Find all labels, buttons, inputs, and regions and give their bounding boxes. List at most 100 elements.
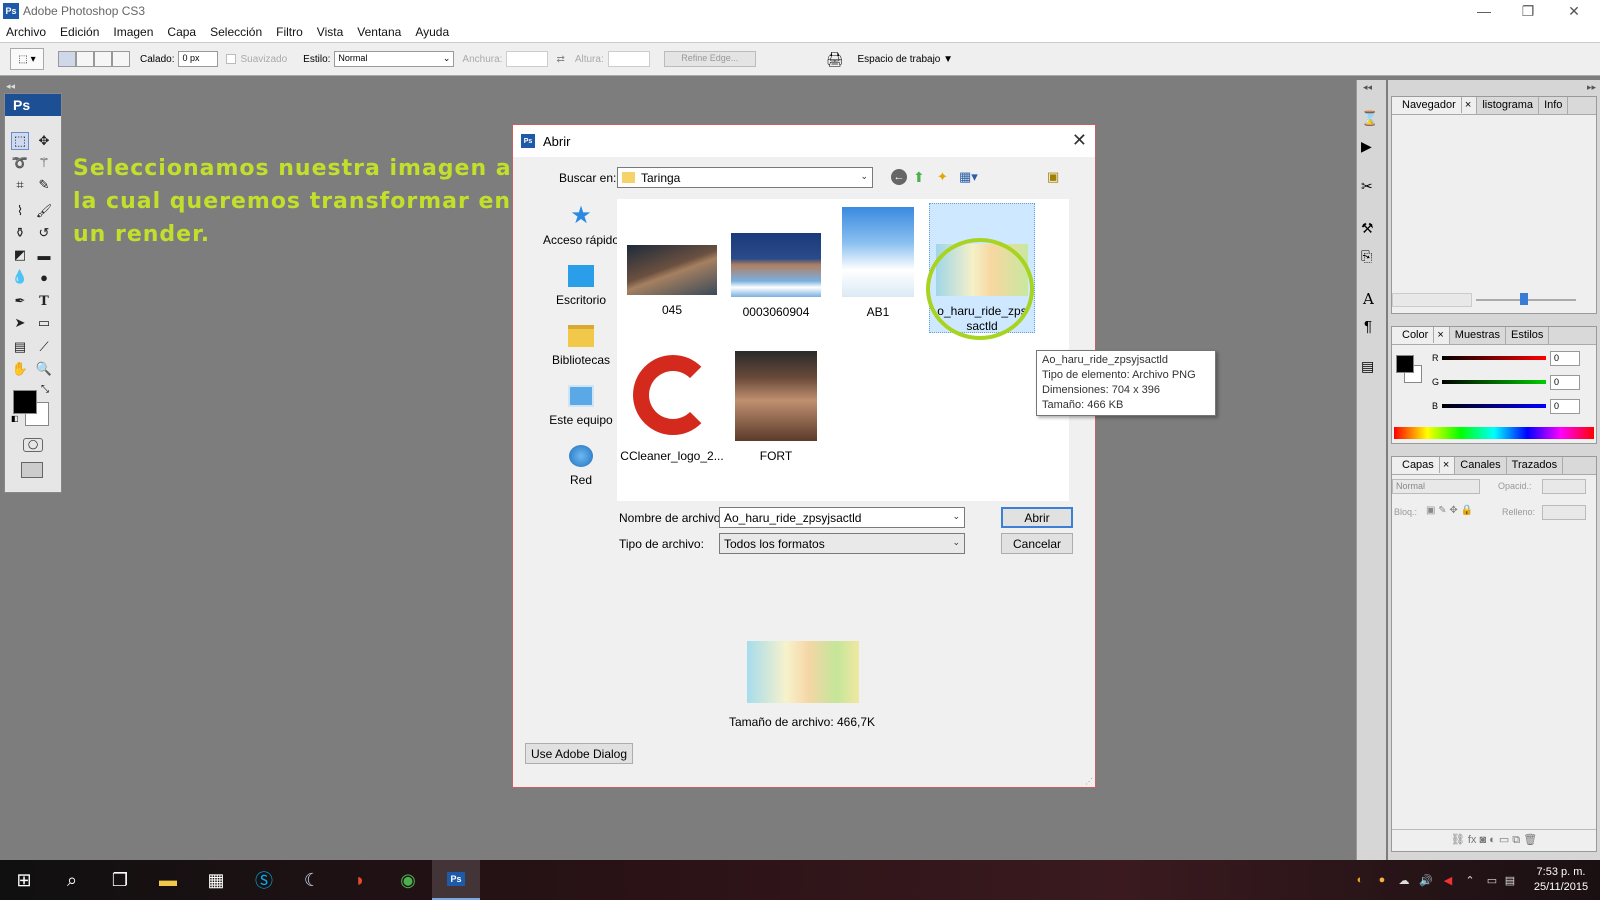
marquee-tool-preset-icon[interactable]: ⬚ ▾ [10, 48, 44, 70]
channel-r-input[interactable]: 0 [1550, 351, 1580, 366]
channel-r-slider[interactable] [1442, 356, 1546, 360]
buscar-en-select[interactable]: Taringa ⌄ [617, 167, 873, 188]
tray-app2-icon[interactable]: ● [1374, 872, 1390, 888]
hand-tool-icon[interactable]: ✋ [11, 360, 29, 378]
restore-button[interactable]: ❐ [1506, 0, 1550, 22]
resize-grip-icon[interactable]: ⋰ [1085, 777, 1093, 786]
volume-icon[interactable]: 🔊 [1418, 872, 1434, 888]
eyedropper-tool-icon[interactable]: ⟋ [35, 338, 53, 356]
file-item-selected[interactable]: o_haru_ride_zps sactld [926, 203, 1035, 340]
tool-preset-icon[interactable]: 🖨 [826, 51, 844, 68]
notes-tool-icon[interactable]: ▤ [11, 338, 29, 356]
refine-edge-button[interactable]: Refine Edge... [663, 51, 756, 67]
channel-b-slider[interactable] [1442, 404, 1546, 408]
app-icon[interactable]: ☾ [288, 860, 336, 900]
tab-color[interactable]: Color × [1392, 327, 1450, 344]
color-spectrum-bar[interactable] [1394, 427, 1594, 439]
new-folder-icon[interactable]: ✦ [937, 169, 948, 185]
tray-alert-icon[interactable]: ◀ [1440, 872, 1456, 888]
swap-icon[interactable]: ⇄ [556, 54, 564, 65]
filename-input[interactable]: Ao_haru_ride_zpsyjsactld ⌄ [719, 507, 965, 528]
zoom-slider-thumb[interactable] [1520, 293, 1528, 305]
menu-seleccion[interactable]: Selección [210, 25, 262, 39]
swap-colors-icon[interactable]: ⤡ [41, 384, 49, 395]
collapse-strip-icon[interactable]: ◂◂ [1363, 82, 1372, 93]
search-icon[interactable]: ⌕ [48, 860, 96, 900]
menu-edicion[interactable]: Edición [60, 25, 99, 39]
menu-ventana[interactable]: Ventana [357, 25, 401, 39]
minimize-button[interactable]: — [1462, 0, 1506, 22]
gradient-tool-icon[interactable]: ▬ [35, 246, 53, 264]
zoom-tool-icon[interactable]: 🔍 [35, 360, 53, 378]
use-adobe-dialog-button[interactable]: Use Adobe Dialog [525, 743, 633, 764]
file-item[interactable]: AB1 [825, 207, 931, 320]
quick-mask-icon[interactable]: ◯ [23, 438, 43, 452]
estilo-select[interactable]: Normal ⌄ [334, 51, 455, 67]
layers-footer-icons[interactable]: ⛓ fx ◙ ◐ ▭ ⧉ 🗑 [1392, 829, 1596, 849]
paragraph-panel-icon[interactable]: ¶ [1364, 318, 1372, 335]
file-item[interactable]: 0003060904 [723, 233, 829, 320]
collapse-toolbox-icon[interactable]: ◂◂ [6, 81, 15, 92]
clone-source-icon[interactable]: ⎘ [1361, 248, 1372, 265]
file-item[interactable]: CCleaner_logo_2... [619, 351, 725, 464]
tab-navegador[interactable]: Navegador × [1392, 97, 1478, 114]
path-selection-icon[interactable]: ➤ [11, 314, 29, 332]
photoshop-taskbar-button[interactable]: Ps [432, 860, 480, 900]
skype-icon[interactable]: Ⓢ [240, 860, 288, 900]
ccleaner-icon[interactable]: ◗ [336, 860, 384, 900]
chrome-icon[interactable]: ◉ [384, 860, 432, 900]
tray-expand-icon[interactable]: ⌃ [1462, 872, 1478, 888]
store-icon[interactable]: ▦ [192, 860, 240, 900]
pen-tool-icon[interactable]: ✒ [11, 292, 29, 310]
channel-g-slider[interactable] [1442, 380, 1546, 384]
magic-wand-tool-icon[interactable]: ⚚ [35, 154, 53, 172]
add-selection-icon[interactable] [76, 51, 94, 67]
notifications-icon[interactable]: ▤ [1502, 872, 1518, 888]
suavizado-checkbox[interactable] [226, 54, 237, 64]
lasso-tool-icon[interactable]: ➰ [11, 154, 29, 172]
bridge-folder-icon[interactable]: ▣ [1047, 169, 1059, 185]
move-tool-icon[interactable]: ✥ [35, 132, 53, 150]
altura-input[interactable] [607, 51, 650, 67]
fill-input[interactable] [1542, 505, 1586, 520]
screen-mode-icon[interactable] [21, 462, 43, 478]
channel-g-input[interactable]: 0 [1550, 375, 1580, 390]
clock[interactable]: 7:53 p. m. 25/11/2015 [1526, 865, 1596, 895]
channel-b-input[interactable]: 0 [1550, 399, 1580, 414]
file-item[interactable]: 045 [619, 245, 725, 318]
dodge-tool-icon[interactable]: ● [35, 268, 53, 286]
back-icon[interactable]: ← [891, 169, 907, 185]
crop-tool-icon[interactable]: ⌗ [11, 176, 29, 194]
file-item[interactable]: FORT [723, 351, 829, 464]
file-explorer-icon[interactable]: ▬ [144, 860, 192, 900]
lock-icons[interactable]: ▣ ✎ ✥ 🔒 [1426, 505, 1473, 516]
rectangle-tool-icon[interactable]: ▭ [35, 314, 53, 332]
blur-tool-icon[interactable]: 💧 [11, 268, 29, 286]
foreground-color-swatch[interactable] [13, 390, 37, 414]
actions-panel-icon[interactable]: ▶ [1361, 138, 1372, 155]
tab-histograma[interactable]: listograma [1477, 97, 1540, 114]
type-tool-icon[interactable]: T [35, 292, 53, 310]
tray-app-icon[interactable]: ◐ [1352, 872, 1368, 888]
menu-archivo[interactable]: Archivo [6, 25, 46, 39]
close-button[interactable]: ✕ [1552, 0, 1596, 22]
slice-tool-icon[interactable]: ✎ [35, 176, 53, 194]
stamp-tool-icon[interactable]: ⚱ [11, 224, 29, 242]
brush-tool-icon[interactable]: 🖌 [35, 202, 53, 220]
eraser-tool-icon[interactable]: ◩ [11, 246, 29, 264]
brushes-panel-icon[interactable]: ⚒ [1361, 220, 1374, 237]
tool-presets-icon[interactable]: ✂ [1361, 178, 1373, 195]
subtract-selection-icon[interactable] [94, 51, 112, 67]
marquee-tool-icon[interactable]: ⬚ [11, 132, 29, 150]
tab-info[interactable]: Info [1539, 97, 1569, 114]
open-button[interactable]: Abrir [1001, 507, 1073, 528]
opacity-input[interactable] [1542, 479, 1586, 494]
new-selection-icon[interactable] [58, 51, 76, 67]
layer-comps-icon[interactable]: ▤ [1361, 358, 1374, 375]
cancel-button[interactable]: Cancelar [1001, 533, 1073, 554]
history-brush-icon[interactable]: ↺ [35, 224, 53, 242]
character-panel-icon[interactable]: A [1363, 290, 1374, 308]
calado-input[interactable]: 0 px [178, 51, 219, 67]
workspace-button[interactable]: Espacio de trabajo ▼ [858, 54, 954, 65]
intersect-selection-icon[interactable] [112, 51, 130, 67]
